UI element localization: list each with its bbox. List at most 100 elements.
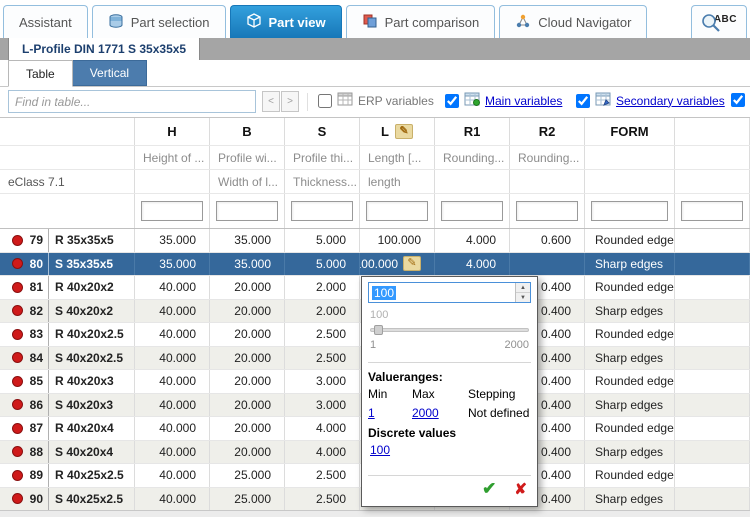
cell-h[interactable]: 40.000 [135, 441, 210, 464]
find-previous-button[interactable]: < [262, 91, 280, 112]
cell-l[interactable]: 100.000✎ [360, 253, 435, 276]
part-name-cell[interactable]: 85R 40x20x3 [0, 370, 135, 393]
part-name-cell[interactable]: 82S 40x20x2 [0, 300, 135, 323]
part-name-cell[interactable]: 79R 35x35x5 [0, 229, 135, 252]
cell-form[interactable]: Sharp edges [585, 488, 675, 511]
horizontal-scrollbar[interactable] [0, 510, 750, 517]
cell-b[interactable]: 20.000 [210, 441, 285, 464]
cell-h[interactable]: 40.000 [135, 300, 210, 323]
part-name-cell[interactable]: 83R 40x20x2.5 [0, 323, 135, 346]
secondary-variables-toggle[interactable]: Secondary variables [576, 92, 725, 109]
cell-h[interactable]: 40.000 [135, 417, 210, 440]
cell-b[interactable]: 20.000 [210, 276, 285, 299]
column-header-s[interactable]: S [285, 118, 360, 145]
part-name-cell[interactable]: 86S 40x20x3 [0, 394, 135, 417]
cell-h[interactable]: 40.000 [135, 323, 210, 346]
spin-down-button[interactable]: ▼ [516, 293, 530, 302]
cell-b[interactable]: 25.000 [210, 488, 285, 511]
erp-variables-toggle[interactable]: ERP variables [318, 92, 434, 109]
column-header-l[interactable]: L✎ [360, 118, 435, 145]
cell-h[interactable]: 35.000 [135, 229, 210, 252]
edit-pencil-icon[interactable]: ✎ [395, 124, 413, 139]
cell-h[interactable]: 40.000 [135, 464, 210, 487]
column-header-form[interactable]: FORM [585, 118, 675, 145]
column-header-h[interactable]: H [135, 118, 210, 145]
min-value-link[interactable]: 1 [368, 406, 375, 420]
part-name-cell[interactable]: 89R 40x25x2.5 [0, 464, 135, 487]
cell-b[interactable]: 35.000 [210, 253, 285, 276]
cell-s[interactable]: 4.000 [285, 417, 360, 440]
cell-b[interactable]: 35.000 [210, 229, 285, 252]
cell-h[interactable]: 40.000 [135, 276, 210, 299]
tab-cloud-navigator[interactable]: Cloud Navigator [499, 5, 647, 38]
cell-r1[interactable]: 4.000 [435, 229, 510, 252]
cell-form[interactable]: Sharp edges [585, 394, 675, 417]
column-header-b[interactable]: B [210, 118, 285, 145]
cell-s[interactable]: 2.500 [285, 464, 360, 487]
cell-form[interactable]: Sharp edges [585, 347, 675, 370]
slider-thumb[interactable] [374, 325, 383, 335]
cell-form[interactable]: Rounded edges [585, 417, 675, 440]
part-name-cell[interactable]: 88S 40x20x4 [0, 441, 135, 464]
cell-s[interactable]: 3.000 [285, 394, 360, 417]
filter-input-r2[interactable] [516, 201, 578, 221]
cell-r1[interactable]: 4.000 [435, 253, 510, 276]
cell-r2[interactable] [510, 253, 585, 276]
cell-b[interactable]: 20.000 [210, 394, 285, 417]
tab-part-selection[interactable]: Part selection [92, 5, 226, 38]
find-next-button[interactable]: > [281, 91, 299, 112]
cell-form[interactable]: Rounded edges [585, 229, 675, 252]
filter-input-r1[interactable] [441, 201, 503, 221]
filter-input-b[interactable] [216, 201, 278, 221]
cell-form[interactable]: Sharp edges [585, 441, 675, 464]
cell-s[interactable]: 5.000 [285, 229, 360, 252]
cell-s[interactable]: 4.000 [285, 441, 360, 464]
document-tab[interactable]: L-Profile DIN 1771 S 35x35x5 [8, 38, 200, 60]
part-name-cell[interactable]: 84S 40x20x2.5 [0, 347, 135, 370]
find-in-table-input[interactable] [8, 90, 256, 113]
cell-form[interactable]: Rounded edges [585, 464, 675, 487]
cell-form[interactable]: Rounded edges [585, 323, 675, 346]
filter-input-form[interactable] [591, 201, 668, 221]
part-name-cell[interactable]: 87R 40x20x4 [0, 417, 135, 440]
cell-l[interactable]: 100.000 [360, 229, 435, 252]
tab-part-view[interactable]: Part view [230, 5, 342, 38]
column-header-r1[interactable]: R1 [435, 118, 510, 145]
cell-h[interactable]: 40.000 [135, 394, 210, 417]
max-value-link[interactable]: 2000 [412, 406, 439, 420]
part-name-cell[interactable]: 81R 40x20x2 [0, 276, 135, 299]
tab-assistant[interactable]: Assistant [3, 5, 88, 38]
cell-s[interactable]: 5.000 [285, 253, 360, 276]
filter-input-s[interactable] [291, 201, 353, 221]
filter-input-h[interactable] [141, 201, 203, 221]
edit-pencil-icon[interactable]: ✎ [403, 256, 421, 271]
cell-s[interactable]: 3.000 [285, 370, 360, 393]
cancel-cross-icon[interactable]: ✘ [514, 480, 527, 498]
value-slider[interactable] [370, 324, 529, 336]
value-spinbox[interactable]: 100 ▲ ▼ [368, 282, 531, 303]
cell-form[interactable]: Sharp edges [585, 300, 675, 323]
cell-h[interactable]: 40.000 [135, 347, 210, 370]
cell-form[interactable]: Sharp edges [585, 253, 675, 276]
table-row[interactable]: 79R 35x35x535.00035.0005.000100.0004.000… [0, 229, 750, 253]
tab-part-comparison[interactable]: Part comparison [346, 5, 496, 38]
tab-table[interactable]: Table [8, 60, 73, 87]
confirm-check-icon[interactable]: ✔ [482, 479, 496, 499]
secondary-variables-label[interactable]: Secondary variables [616, 94, 725, 108]
search-button[interactable]: ABC [691, 5, 747, 38]
cell-b[interactable]: 20.000 [210, 347, 285, 370]
cell-s[interactable]: 2.000 [285, 276, 360, 299]
discrete-value-link[interactable]: 100 [370, 443, 390, 457]
main-variables-label[interactable]: Main variables [485, 94, 562, 108]
main-variables-checkbox[interactable] [445, 94, 459, 108]
cell-h[interactable]: 40.000 [135, 488, 210, 511]
cell-b[interactable]: 20.000 [210, 370, 285, 393]
cell-b[interactable]: 20.000 [210, 323, 285, 346]
cell-b[interactable]: 20.000 [210, 417, 285, 440]
cell-h[interactable]: 40.000 [135, 370, 210, 393]
cell-s[interactable]: 2.500 [285, 323, 360, 346]
cell-b[interactable]: 25.000 [210, 464, 285, 487]
filter-input-l[interactable] [366, 201, 428, 221]
table-row[interactable]: 80S 35x35x535.00035.0005.000100.000✎4.00… [0, 253, 750, 277]
extra-variables-checkbox[interactable] [731, 93, 745, 107]
